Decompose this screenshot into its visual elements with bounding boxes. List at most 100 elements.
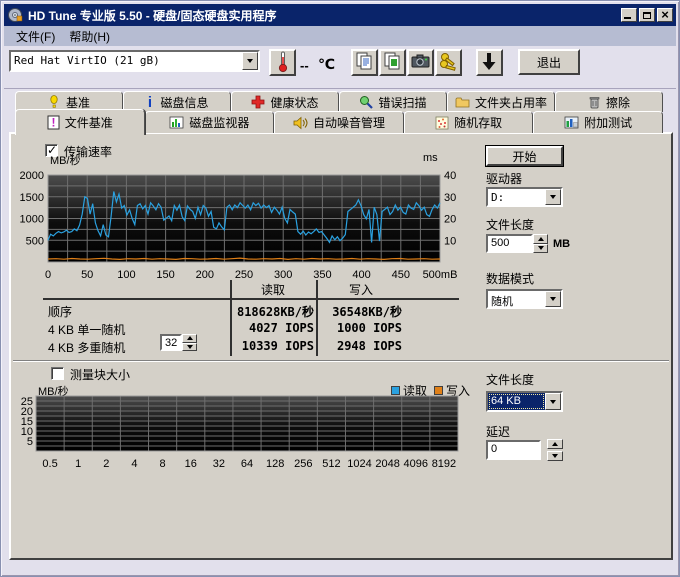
menu-help[interactable]: 帮助(H) [62,26,117,47]
drive-combo-value: D: [488,189,545,205]
data-mode-arrow[interactable] [545,291,561,307]
delay-value[interactable]: 0 [486,440,541,460]
copy-text-icon [354,51,375,75]
up-arrow-icon [552,442,558,446]
table-header-write: 写入 [316,281,406,298]
svg-text:!: ! [51,116,55,130]
tab-aam[interactable]: 自动噪音管理 [274,111,404,133]
file-length-up-button[interactable] [533,234,548,244]
queue-down-button[interactable] [182,343,197,352]
queue-depth-value[interactable]: 32 [160,334,182,351]
screenshot-button[interactable] [407,49,434,76]
main-chart-ylabel-right: ms [423,152,438,164]
svg-text:300: 300 [274,269,292,281]
tab-label: 附加测试 [584,114,632,131]
camera-icon [410,51,431,75]
tab-label: 擦除 [606,94,630,111]
drive-combo[interactable]: D: [486,187,563,207]
svg-text:4: 4 [131,458,137,470]
tab-extra-tests[interactable]: 附加测试 [533,111,663,133]
window-title: HD Tune 专业版 5.50 - 硬盘/固态硬盘实用程序 [28,7,619,24]
data-mode-label: 数据模式 [486,270,534,287]
queue-depth-spinner[interactable]: 32 [160,334,197,351]
delay-down-button[interactable] [547,451,563,461]
svg-text:1024: 1024 [347,458,371,470]
svg-text:450: 450 [392,269,410,281]
section-divider [13,360,669,362]
file-length-label: 文件长度 [486,216,534,233]
tab-row-2: ! 文件基准 磁盘监视器 自动噪音管理 随机存取 附加测试 [15,111,663,133]
tab-error-scan[interactable]: 错误扫描 [339,91,447,112]
tab-folder-usage[interactable]: 文件夹占用率 [447,91,555,112]
block-file-length-label: 文件长度 [486,371,534,388]
thermometer-icon [276,50,290,76]
delay-field-wrap[interactable]: 0 [486,440,541,460]
svg-text:1500: 1500 [20,192,44,204]
drive-combo-arrow[interactable] [545,189,561,205]
down-arrow-icon [479,51,500,75]
block-file-length-arrow[interactable] [545,393,561,410]
erase-icon [588,95,601,109]
svg-text:50: 50 [81,269,93,281]
table-write-value: 2948 IOPS [316,339,402,353]
table-row-label: 4 KB 单一随机 [48,321,125,338]
down-arrow-icon [187,345,193,349]
keys-icon [438,51,459,75]
copy-image-button[interactable] [379,49,406,76]
drive-select[interactable]: Red Hat VirtIO (21 gB) [9,50,260,72]
table-header-rule [43,298,459,300]
svg-text:128: 128 [266,458,284,470]
start-button[interactable]: 开始 [486,146,563,166]
tab-label: 文件基准 [65,114,113,131]
table-read-value: 10339 IOPS [230,339,314,353]
svg-text:400: 400 [352,269,370,281]
delay-up-button[interactable] [547,439,563,449]
tab-label: 自动噪音管理 [313,114,385,131]
svg-text:0.5: 0.5 [42,458,57,470]
block-file-length-combo[interactable]: 64 KB [486,391,563,412]
app-window: HD Tune 专业版 5.50 - 硬盘/固态硬盘实用程序 文件(F)帮助(H… [0,0,680,577]
svg-text:40: 40 [444,170,456,182]
svg-text:250: 250 [235,269,253,281]
svg-text:4096: 4096 [404,458,428,470]
file-length-down-button[interactable] [533,244,548,254]
svg-text:16: 16 [185,458,197,470]
toolbar: Red Hat VirtIO (21 gB) -- ℃ 退出 [4,46,676,89]
data-mode-combo[interactable]: 随机 [486,289,563,309]
exit-button[interactable]: 退出 [518,49,580,75]
drive-select-arrow[interactable] [242,52,258,70]
svg-text:1: 1 [75,458,81,470]
temperature-button[interactable] [269,49,296,76]
queue-up-button[interactable] [182,334,197,343]
minimize-button[interactable] [621,8,637,22]
close-button[interactable] [657,8,673,22]
tab-random-access[interactable]: 随机存取 [404,111,534,133]
svg-text:500mB: 500mB [423,269,458,281]
keys-button[interactable] [435,49,462,76]
file-length-value[interactable]: 500 [486,234,533,253]
info-icon: i [145,95,155,109]
chevron-down-icon [247,59,253,63]
tab-file-benchmark[interactable]: ! 文件基准 [15,109,145,135]
maximize-icon [643,12,651,19]
svg-text:30: 30 [444,192,456,204]
block-size-checkbox[interactable] [51,367,64,380]
file-length-spinner[interactable]: 500 [486,234,548,253]
tab-erase[interactable]: 擦除 [555,91,663,112]
temperature-value: -- [300,58,309,73]
save-button[interactable] [476,49,503,76]
titlebar[interactable]: HD Tune 专业版 5.50 - 硬盘/固态硬盘实用程序 [4,4,676,26]
tab-health[interactable]: 健康状态 [231,91,339,112]
table-header-read: 读取 [230,281,316,298]
tab-disk-monitor[interactable]: 磁盘监视器 [145,111,275,133]
chevron-down-icon [550,297,556,301]
app-icon [7,7,24,23]
menu-file[interactable]: 文件(F) [9,26,62,47]
temperature-unit: ℃ [318,56,335,73]
block-file-length-value: 64 KB [488,393,545,410]
copy-text-button[interactable] [351,49,378,76]
folder-icon [455,96,470,109]
svg-text:2000: 2000 [20,170,44,182]
maximize-button[interactable] [639,8,655,22]
chevron-down-icon [550,195,556,199]
